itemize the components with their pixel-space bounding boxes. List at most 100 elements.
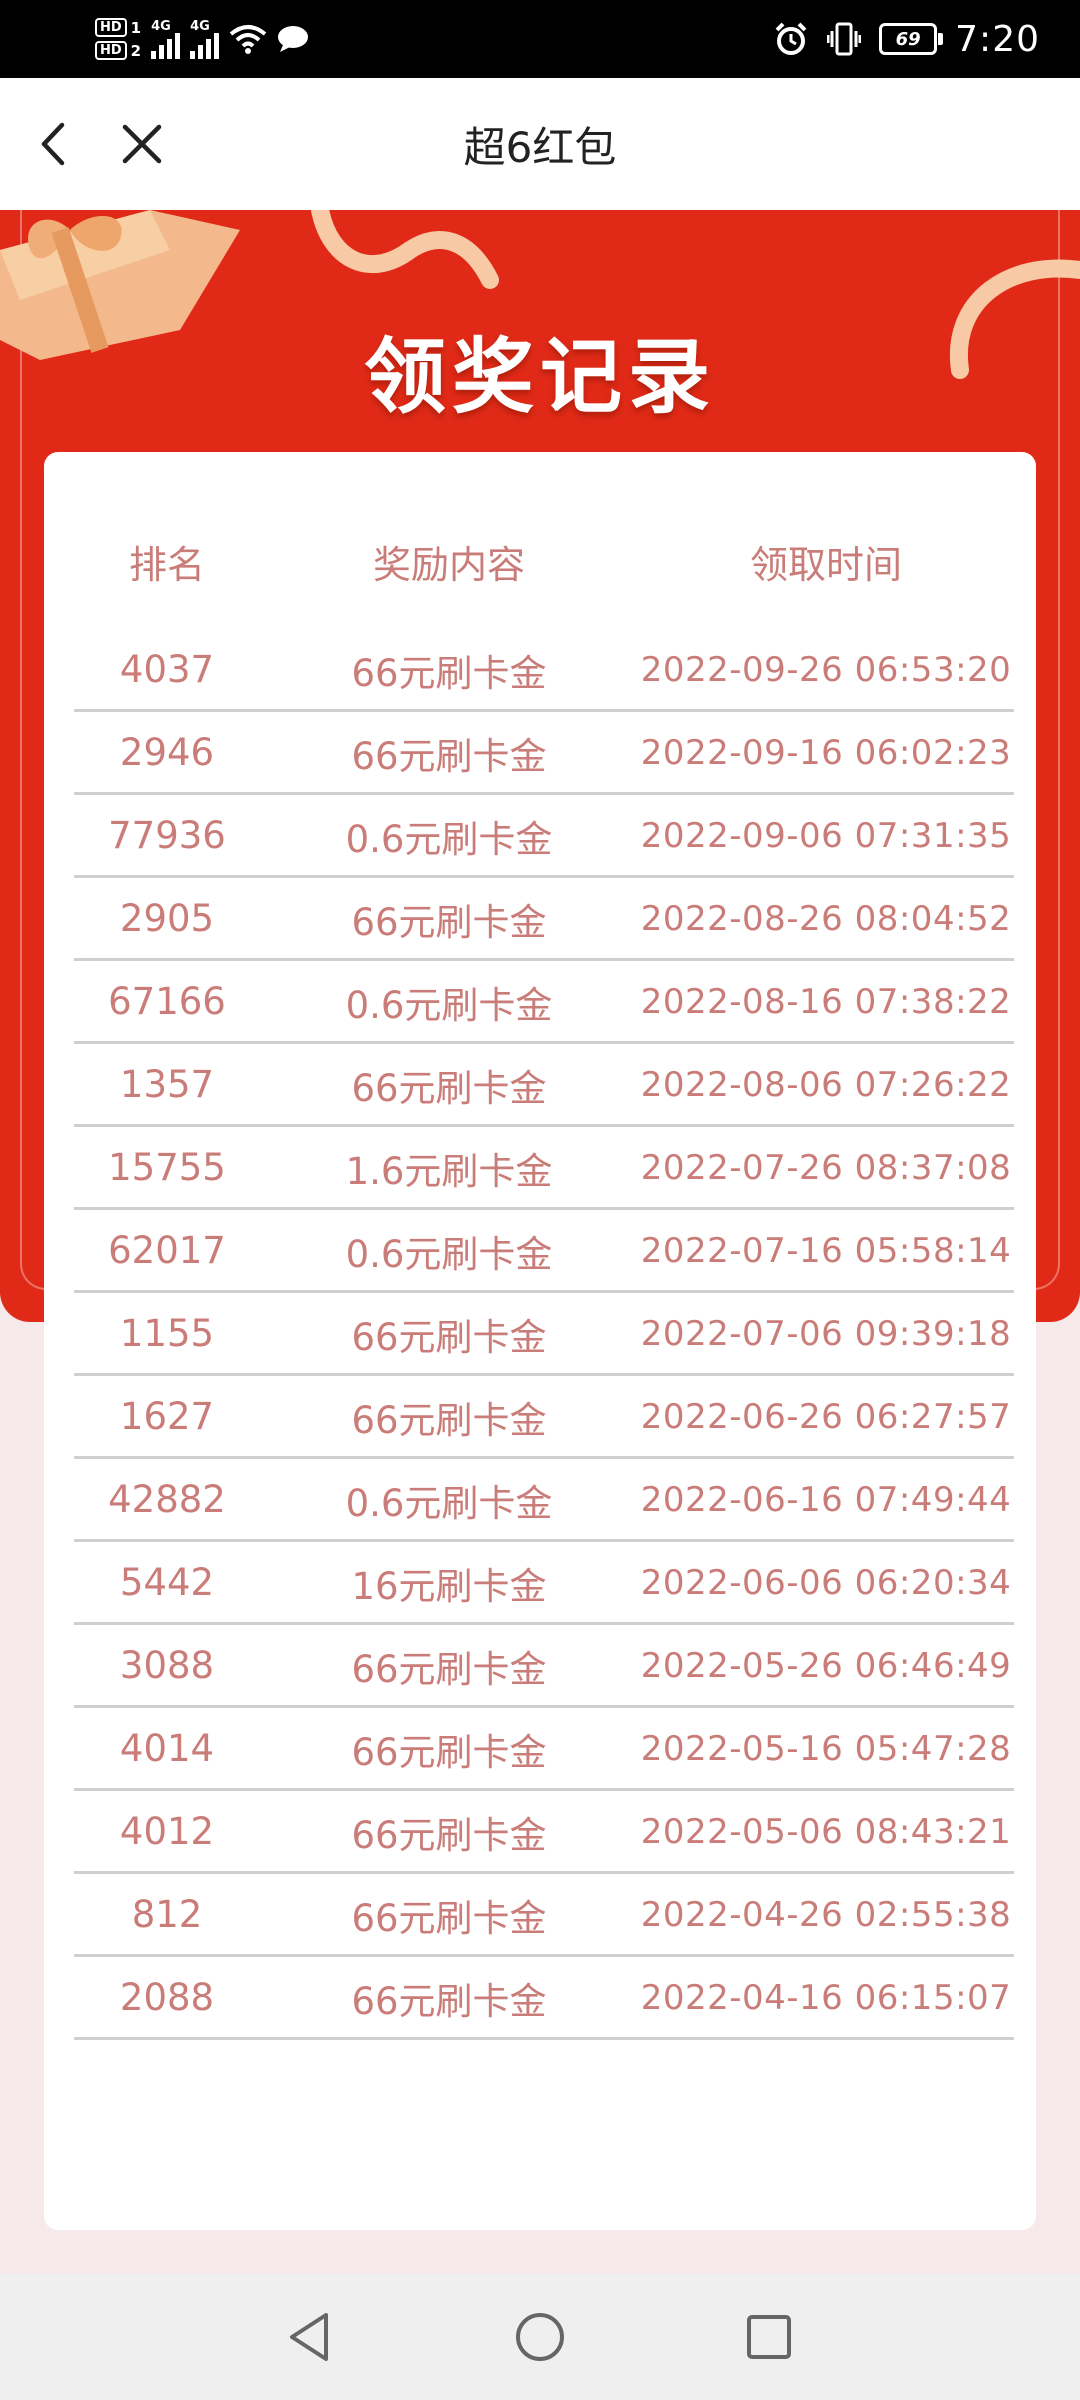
time-cell: 2022-05-16 05:47:28 (640, 1728, 1012, 1769)
rank-cell: 67166 (108, 980, 226, 1023)
records-card: 排名 奖励内容 领取时间 4037 66元刷卡金 2022-09-26 06:53:… (44, 452, 1036, 2230)
status-left: HD 1 HD 2 4G 4G (95, 8, 309, 70)
time-cell: 2022-07-26 08:37:08 (640, 1147, 1012, 1188)
sim1-number: 1 (130, 18, 142, 37)
navigation-bar (0, 2274, 1080, 2400)
time-cell: 2022-08-16 07:38:22 (640, 981, 1012, 1022)
reward-cell: 66元刷卡金 (351, 651, 547, 695)
time-cell: 2022-09-26 06:53:20 (640, 649, 1012, 690)
banner-title: 领奖记录 (363, 330, 716, 425)
reward-cell: 66元刷卡金 (351, 900, 547, 944)
table-row: 15755 1.6元刷卡金 2022-07-26 08:37:08 (74, 1128, 1014, 1210)
nav-home-button[interactable] (507, 2304, 573, 2370)
nav-back-button[interactable] (276, 2304, 342, 2370)
hd-badge-2: HD (95, 41, 127, 60)
time-cell: 2022-08-06 07:26:22 (640, 1064, 1012, 1105)
table-row: 67166 0.6元刷卡金 2022-08-16 07:38:22 (74, 962, 1014, 1044)
ribbon-icon (311, 210, 499, 289)
table-row: 4037 66元刷卡金 2022-09-26 06:53:20 (74, 630, 1014, 712)
reward-cell: 66元刷卡金 (351, 1979, 547, 2023)
vibrate-icon (827, 22, 862, 56)
time-cell: 2022-07-16 05:58:14 (640, 1230, 1012, 1271)
table-row: 1357 66元刷卡金 2022-08-06 07:26:22 (74, 1045, 1014, 1127)
status-right: 69 7:20 (773, 10, 1040, 68)
table-row: 1155 66元刷卡金 2022-07-06 09:39:18 (74, 1294, 1014, 1376)
time-cell: 2022-04-16 06:15:07 (640, 1977, 1012, 2018)
rank-cell: 4012 (119, 1810, 215, 1853)
nav-back-icon (290, 2313, 328, 2361)
nav-home-icon (516, 2313, 564, 2361)
rank-cell: 4014 (119, 1727, 215, 1770)
time-cell: 2022-08-26 08:04:52 (640, 898, 1012, 939)
signal-icon-2: 4G (190, 19, 220, 59)
time-cell: 2022-06-26 06:27:57 (640, 1396, 1012, 1437)
rank-cell: 4037 (119, 648, 215, 691)
rank-cell: 2946 (119, 731, 215, 774)
rank-cell: 1627 (119, 1395, 215, 1438)
reward-cell: 0.6元刷卡金 (345, 1481, 553, 1525)
reward-cell: 0.6元刷卡金 (345, 817, 553, 861)
status-bar: HD 1 HD 2 4G 4G 69 7:20 (0, 0, 1080, 78)
sim-indicators: HD 1 HD 2 (95, 18, 141, 60)
table-row: 62017 0.6元刷卡金 2022-07-16 05:58:14 (74, 1211, 1014, 1293)
reward-cell: 66元刷卡金 (351, 1066, 547, 1110)
time-cell: 2022-09-16 06:02:23 (640, 732, 1012, 773)
time-cell: 2022-09-06 07:31:35 (640, 815, 1012, 856)
sim2-number: 2 (130, 41, 142, 60)
header-rank: 排名 (128, 542, 205, 587)
table-row: 77936 0.6元刷卡金 2022-09-06 07:31:35 (74, 796, 1014, 878)
rank-cell: 1357 (119, 1063, 215, 1106)
reward-cell: 0.6元刷卡金 (345, 983, 553, 1027)
wifi-icon (229, 25, 267, 54)
battery-icon: 69 (879, 23, 944, 55)
alarm-icon (775, 22, 807, 55)
hd-badge-1: HD (95, 18, 127, 37)
table-row: 4012 66元刷卡金 2022-05-06 08:43:21 (74, 1792, 1014, 1874)
rank-cell: 42882 (108, 1478, 226, 1521)
time-cell: 2022-04-26 02:55:38 (640, 1894, 1012, 1935)
table-row: 3088 66元刷卡金 2022-05-26 06:46:49 (74, 1626, 1014, 1708)
table-row: 2088 66元刷卡金 2022-04-16 06:15:07 (74, 1958, 1014, 2040)
clock: 7:20 (955, 18, 1040, 60)
time-cell: 2022-05-06 08:43:21 (640, 1811, 1012, 1852)
table-row: 812 66元刷卡金 2022-04-26 02:55:38 (74, 1875, 1014, 1957)
rank-cell: 62017 (108, 1229, 226, 1272)
rank-cell: 15755 (108, 1146, 226, 1189)
table-row: 4014 66元刷卡金 2022-05-16 05:47:28 (74, 1709, 1014, 1791)
rank-cell: 1155 (119, 1312, 215, 1355)
table-row: 42882 0.6元刷卡金 2022-06-16 07:49:44 (74, 1460, 1014, 1542)
header-time: 领取时间 (749, 542, 902, 587)
reward-cell: 66元刷卡金 (351, 1813, 547, 1857)
time-cell: 2022-06-16 07:49:44 (640, 1479, 1012, 1520)
table-row: 1627 66元刷卡金 2022-06-26 06:27:57 (74, 1377, 1014, 1459)
reward-cell: 66元刷卡金 (351, 734, 547, 778)
title-bar: 超6红包 (0, 78, 1080, 210)
reward-cell: 66元刷卡金 (351, 1647, 547, 1691)
reward-cell: 66元刷卡金 (351, 1398, 547, 1442)
reward-cell: 0.6元刷卡金 (345, 1232, 553, 1276)
time-cell: 2022-05-26 06:46:49 (640, 1645, 1012, 1686)
rank-cell: 3088 (119, 1644, 215, 1687)
table-header: 排名 奖励内容 领取时间 (74, 530, 1014, 592)
signal-icon-1: 4G (151, 19, 181, 59)
time-cell: 2022-06-06 06:20:34 (640, 1562, 1012, 1603)
message-icon (278, 26, 309, 52)
header-reward: 奖励内容 (372, 542, 525, 587)
nav-recents-icon (747, 2315, 791, 2359)
page-title: 超6红包 (463, 122, 617, 172)
reward-cell: 16元刷卡金 (351, 1564, 547, 1608)
reward-cell: 66元刷卡金 (351, 1896, 547, 1940)
rank-cell: 2905 (119, 897, 215, 940)
reward-cell: 66元刷卡金 (351, 1315, 547, 1359)
table-row: 2905 66元刷卡金 2022-08-26 08:04:52 (74, 879, 1014, 961)
nav-recents-button[interactable] (736, 2304, 802, 2370)
network-type-2: 4G (190, 19, 210, 34)
rank-cell: 5442 (119, 1561, 215, 1604)
rank-cell: 812 (131, 1893, 203, 1936)
reward-cell: 66元刷卡金 (351, 1730, 547, 1774)
network-type-1: 4G (151, 19, 171, 34)
rank-cell: 2088 (119, 1976, 215, 2019)
reward-cell: 1.6元刷卡金 (345, 1149, 553, 1193)
rank-cell: 77936 (108, 814, 226, 857)
table-row: 5442 16元刷卡金 2022-06-06 06:20:34 (74, 1543, 1014, 1625)
